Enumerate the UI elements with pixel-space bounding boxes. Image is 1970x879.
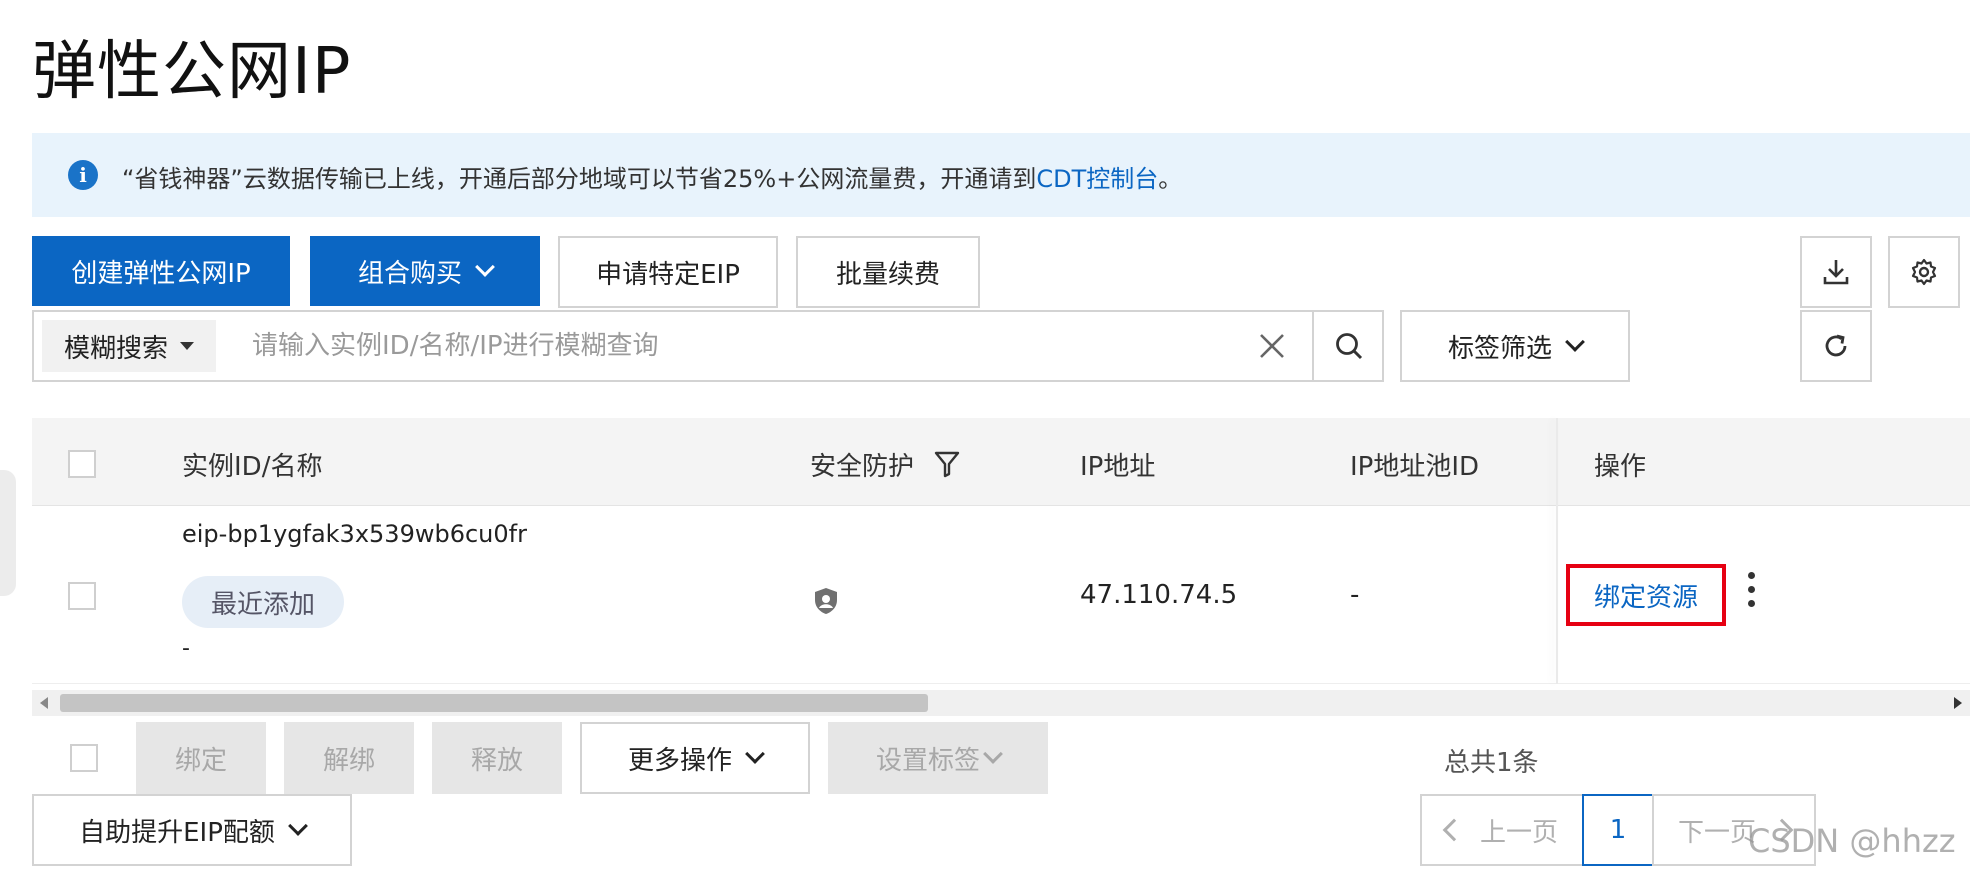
search-input[interactable] — [252, 322, 1252, 370]
settings-button[interactable] — [1888, 236, 1960, 308]
chevron-down-icon — [745, 744, 765, 764]
search-icon — [1336, 333, 1363, 360]
scroll-left-icon[interactable] — [40, 697, 48, 709]
caret-down-icon — [180, 342, 194, 350]
sticky-column-divider — [1556, 418, 1558, 684]
notice-suffix: 。 — [1158, 165, 1183, 193]
refresh-icon — [1825, 334, 1847, 357]
apply-specific-eip-button[interactable]: 申请特定EIP — [558, 236, 778, 308]
horizontal-scrollbar[interactable] — [32, 690, 1970, 716]
bulk-bind-button[interactable]: 绑定 — [136, 722, 266, 794]
security-status — [812, 586, 840, 616]
notice-message: “省钱神器”云数据传输已上线，开通后部分地域可以节省25%+公网流量费，开通请到 — [122, 165, 1037, 193]
watermark: CSDN @hhzz — [1748, 822, 1956, 860]
bulk-release-label: 释放 — [470, 745, 523, 776]
notice-text: “省钱神器”云数据传输已上线，开通后部分地域可以节省25%+公网流量费，开通请到… — [122, 159, 1182, 194]
search-mode-select[interactable]: 模糊搜索 — [42, 320, 216, 372]
create-eip-button[interactable]: 创建弹性公网IP — [32, 236, 290, 306]
instance-id-link[interactable]: eip-bp1ygfak3x539wb6cu0fr — [182, 520, 527, 548]
gear-icon — [1911, 258, 1937, 286]
row-checkbox[interactable] — [68, 582, 96, 610]
download-icon — [1823, 260, 1849, 285]
instance-name: - — [182, 636, 190, 661]
bulk-bind-label: 绑定 — [174, 745, 227, 776]
header-ip: IP地址 — [1080, 452, 1156, 482]
download-button[interactable] — [1800, 236, 1872, 308]
chevron-left-icon — [1442, 818, 1466, 842]
batch-renew-label: 批量续费 — [835, 259, 940, 290]
header-security-label: 安全防护 — [810, 452, 915, 482]
chevron-down-icon — [475, 257, 495, 277]
scroll-right-icon[interactable] — [1954, 697, 1962, 709]
header-instance-name: 实例ID/名称 — [182, 452, 323, 482]
page-title: 弹性公网IP — [32, 35, 352, 109]
more-actions-icon[interactable] — [1746, 570, 1756, 610]
refresh-button[interactable] — [1800, 310, 1872, 382]
quota-label: 自助提升EIP配额 — [79, 817, 275, 848]
set-tags-label: 设置标签 — [875, 745, 980, 776]
next-page-label: 下一页 — [1677, 817, 1756, 848]
total-count: 总共1条 — [1444, 748, 1539, 778]
header-pool-id: IP地址池ID — [1350, 452, 1480, 482]
more-operations-button[interactable]: 更多操作 — [580, 722, 810, 794]
create-eip-label: 创建弹性公网IP — [71, 258, 251, 289]
chevron-down-icon — [1565, 332, 1585, 352]
bind-resource-button[interactable]: 绑定资源 — [1566, 564, 1726, 626]
security-filter-button[interactable] — [934, 450, 960, 478]
search-mode-label: 模糊搜索 — [63, 333, 168, 364]
recently-added-badge: 最近添加 — [182, 576, 344, 628]
close-icon — [1260, 334, 1284, 358]
scroll-thumb[interactable] — [60, 694, 928, 712]
sidebar-collapse-handle[interactable] — [0, 470, 16, 596]
chevron-down-icon — [983, 744, 1003, 764]
shield-icon — [815, 588, 837, 614]
prev-page-button[interactable]: 上一页 — [1420, 794, 1584, 866]
header-actions: 操作 — [1594, 452, 1647, 482]
cdt-console-link[interactable]: CDT控制台 — [1036, 165, 1158, 193]
bulk-unbind-button[interactable]: 解绑 — [284, 722, 414, 794]
bulk-unbind-label: 解绑 — [322, 745, 375, 776]
tag-filter-label: 标签筛选 — [1447, 333, 1552, 364]
increase-eip-quota-button[interactable]: 自助提升EIP配额 — [32, 794, 352, 866]
ip-address: 47.110.74.5 — [1080, 580, 1238, 610]
bulk-select-checkbox[interactable] — [70, 744, 98, 772]
more-operations-label: 更多操作 — [627, 745, 732, 776]
select-all-checkbox[interactable] — [68, 450, 96, 478]
tag-filter-button[interactable]: 标签筛选 — [1400, 310, 1630, 382]
batch-renew-button[interactable]: 批量续费 — [796, 236, 980, 308]
combo-buy-label: 组合购买 — [357, 258, 462, 289]
filter-icon — [934, 451, 960, 478]
table-header: 实例ID/名称 安全防护 IP地址 IP地址池ID 操作 — [32, 418, 1970, 506]
prev-page-label: 上一页 — [1479, 817, 1558, 848]
apply-eip-label: 申请特定EIP — [596, 259, 740, 290]
notice-banner: i “省钱神器”云数据传输已上线，开通后部分地域可以节省25%+公网流量费，开通… — [32, 133, 1970, 217]
ip-pool-id: - — [1350, 580, 1360, 610]
info-icon: i — [68, 160, 98, 190]
search-button[interactable] — [1314, 312, 1384, 380]
current-page: 1 — [1609, 815, 1627, 845]
set-tags-button[interactable]: 设置标签 — [828, 722, 1048, 794]
page-1-button[interactable]: 1 — [1582, 794, 1654, 866]
chevron-down-icon — [287, 816, 308, 836]
clear-search-button[interactable] — [1256, 330, 1288, 362]
bulk-release-button[interactable]: 释放 — [432, 722, 562, 794]
combo-buy-button[interactable]: 组合购买 — [310, 236, 540, 306]
header-security: 安全防护 — [810, 446, 914, 483]
search-bar: 模糊搜索 — [32, 310, 1384, 382]
table-row: eip-bp1ygfak3x539wb6cu0fr 最近添加 - 47.110.… — [32, 506, 1970, 684]
